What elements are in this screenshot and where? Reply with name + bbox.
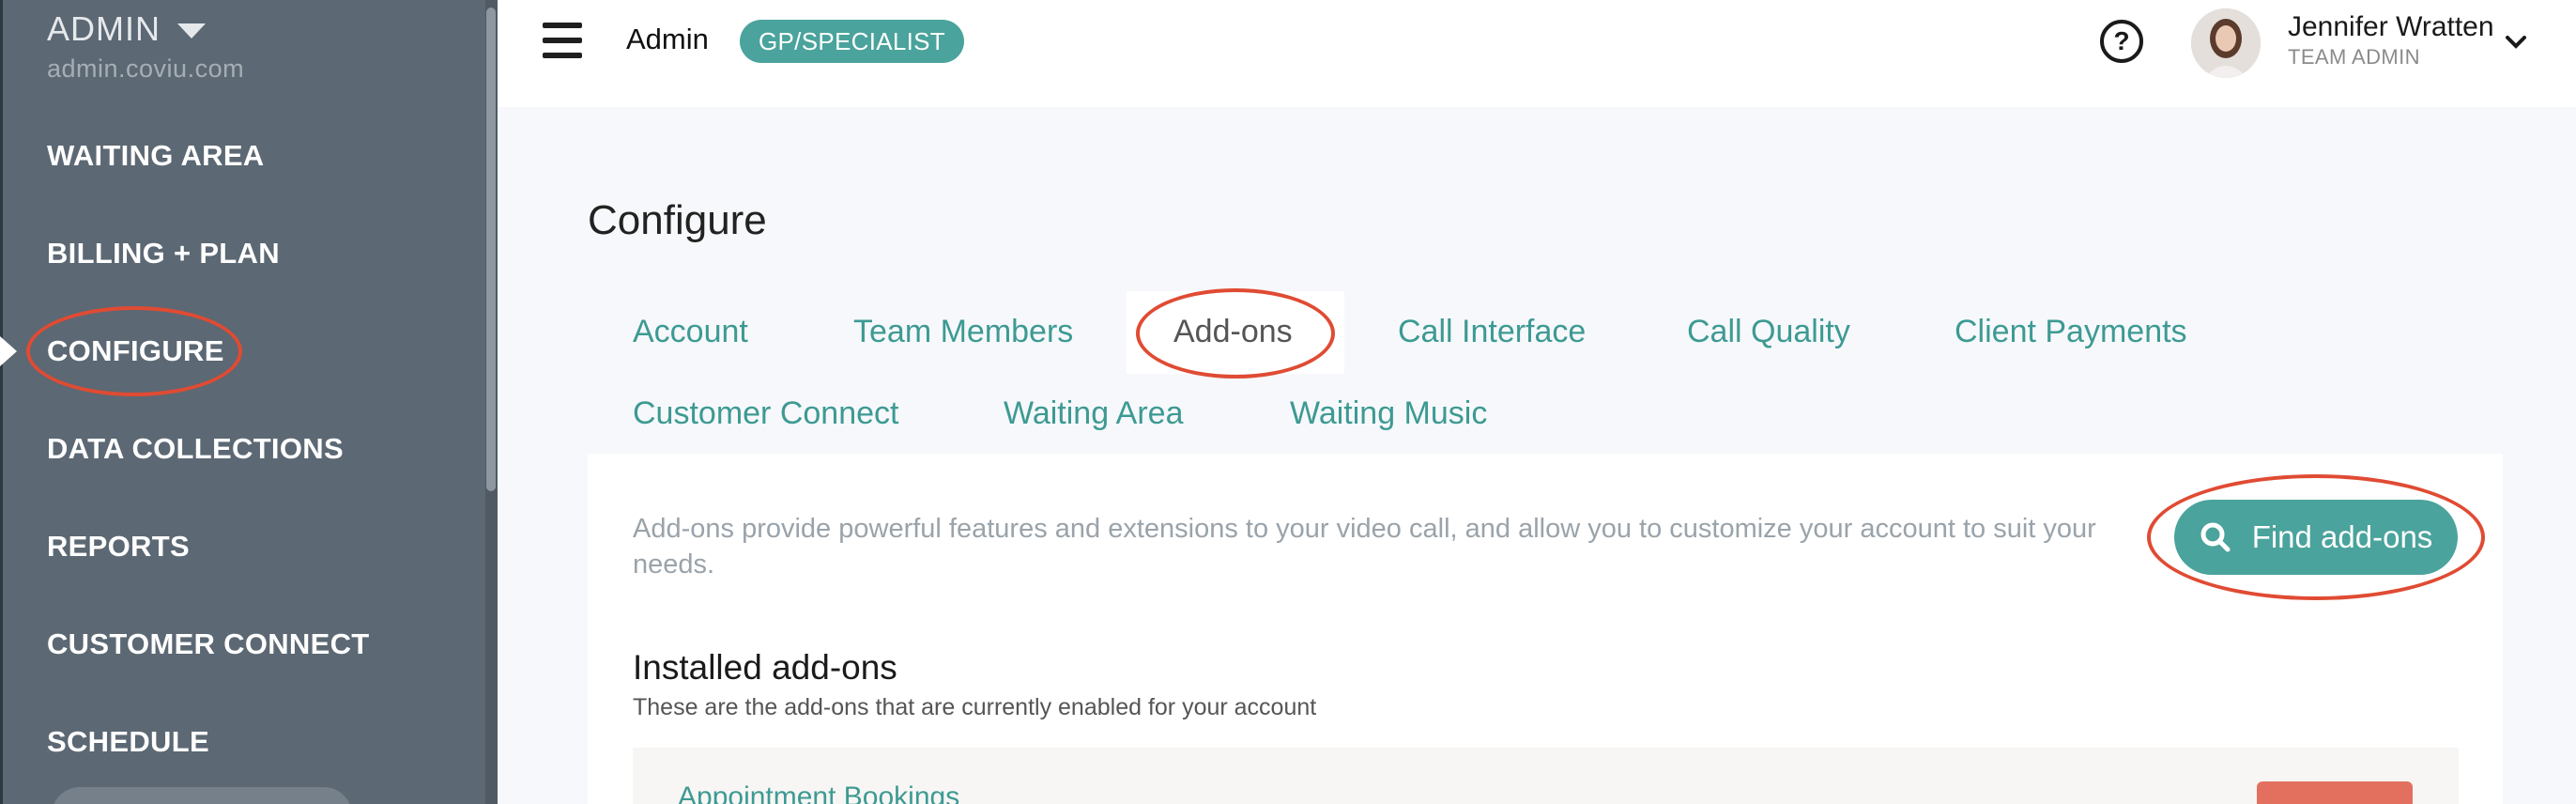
page-title: Configure (588, 197, 767, 243)
sidebar-edge (0, 0, 3, 804)
sidebar-item-schedule[interactable]: SCHEDULE (47, 725, 209, 759)
tab-call-interface[interactable]: Call Interface (1398, 314, 1586, 350)
chevron-down-icon[interactable] (2505, 34, 2527, 51)
hamburger-icon[interactable] (543, 23, 582, 58)
tab-account[interactable]: Account (633, 314, 748, 350)
top-bar: Admin GP/SPECIALIST ? Jennifer Wratten T… (498, 0, 2576, 107)
tab-call-quality[interactable]: Call Quality (1687, 314, 1850, 350)
add-on-name-link[interactable]: Appointment Bookings (678, 781, 959, 804)
avatar-image (2191, 8, 2261, 78)
remove-add-on-button[interactable] (2257, 781, 2413, 804)
sidebar-item-data-collections[interactable]: DATA COLLECTIONS (47, 432, 344, 466)
add-ons-description: Add-ons provide powerful features and ex… (633, 514, 2096, 580)
sidebar-item-waiting-area[interactable]: WAITING AREA (47, 139, 265, 173)
account-domain: admin.coviu.com (47, 54, 245, 83)
sidebar-scrollbar-thumb[interactable] (486, 8, 496, 491)
sidebar-item-reports[interactable]: REPORTS (47, 530, 190, 564)
header-title: Admin (626, 23, 709, 55)
find-add-ons-button[interactable]: Find add-ons (2174, 500, 2458, 575)
tab-team-members[interactable]: Team Members (853, 314, 1073, 350)
avatar[interactable] (2191, 8, 2261, 78)
question-circle-icon[interactable]: ? (2100, 20, 2143, 63)
account-switcher-label: ADMIN (47, 9, 161, 48)
active-indicator-icon (0, 336, 17, 366)
sidebar-item-billing-plan[interactable]: BILLING + PLAN (47, 237, 280, 271)
role-badge: GP/SPECIALIST (740, 20, 964, 63)
installed-add-ons-subtitle: These are the add-ons that are currently… (633, 694, 1317, 720)
user-name[interactable]: Jennifer Wratten (2288, 11, 2494, 43)
tab-customer-connect[interactable]: Customer Connect (633, 395, 898, 432)
tab-add-ons[interactable]: Add-ons (1173, 314, 1293, 350)
sidebar-item-configure[interactable]: CONFIGURE (47, 334, 224, 368)
find-add-ons-label: Find add-ons (2251, 519, 2433, 554)
caret-down-icon (177, 23, 206, 39)
installed-add-ons-heading: Installed add-ons (633, 648, 897, 687)
tab-waiting-music[interactable]: Waiting Music (1290, 395, 1487, 432)
tab-waiting-area[interactable]: Waiting Area (1004, 395, 1184, 432)
account-switcher[interactable]: ADMIN (47, 9, 206, 49)
user-role: TEAM ADMIN (2288, 45, 2420, 69)
search-icon (2200, 522, 2231, 552)
sidebar (0, 0, 498, 804)
sidebar-item-customer-connect[interactable]: CUSTOMER CONNECT (47, 627, 370, 661)
tab-client-payments[interactable]: Client Payments (1955, 314, 2187, 350)
sidebar-bottom-button[interactable] (52, 787, 352, 804)
